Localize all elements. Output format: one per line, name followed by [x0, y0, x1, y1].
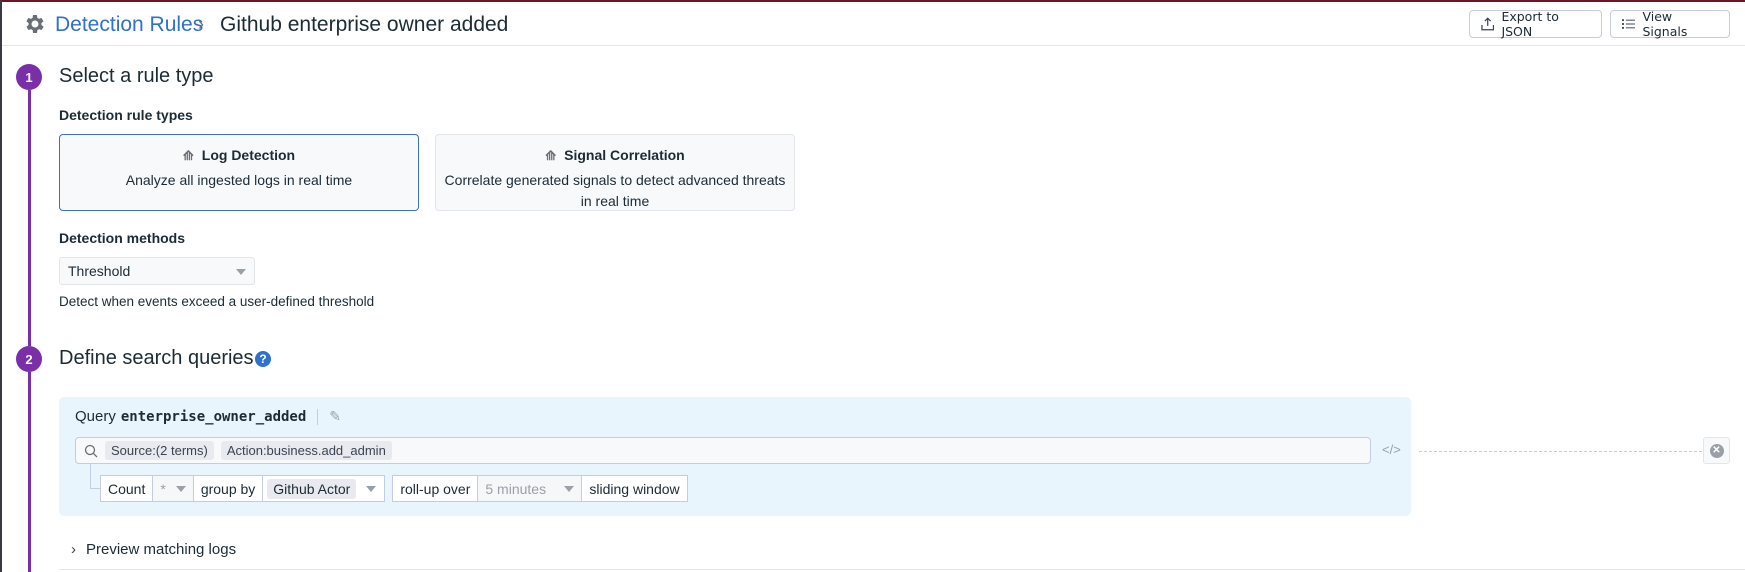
- step2-title: Define search queries: [59, 347, 254, 369]
- divider: [59, 569, 1745, 570]
- group-by-select[interactable]: Github Actor: [262, 475, 386, 502]
- search-icon: [84, 444, 98, 457]
- card-title: Log Detection: [201, 147, 296, 163]
- window-left-border: [0, 0, 2, 572]
- caret-down-icon: [564, 485, 575, 492]
- detection-method-select[interactable]: Threshold: [59, 257, 255, 285]
- export-label: Export to JSON: [1501, 9, 1559, 39]
- caret-down-icon: [175, 485, 186, 492]
- code-icon[interactable]: </>: [1382, 442, 1401, 457]
- detection-method-description: Detect when events exceed a user-defined…: [59, 294, 375, 309]
- gear-icon: [26, 15, 44, 33]
- search-term[interactable]: Action:business.add_admin: [220, 441, 392, 460]
- group-by-value: Github Actor: [267, 478, 357, 499]
- page-header: Detection Rules › Github enterprise owne…: [2, 2, 1745, 46]
- aggregation-select[interactable]: Count: [100, 475, 154, 502]
- window-select[interactable]: sliding window: [582, 475, 688, 502]
- preview-label: Preview matching logs: [86, 541, 237, 558]
- field-select[interactable]: *: [153, 475, 194, 502]
- caret-down-icon: [366, 485, 377, 492]
- rollup-select[interactable]: 5 minutes: [478, 475, 583, 502]
- view-signals-label: View Signals: [1642, 9, 1688, 39]
- card-title: Signal Correlation: [564, 147, 685, 163]
- card-description: Analyze all ingested logs in real time: [125, 172, 353, 188]
- card-description: Correlate generated signals to detect ad…: [444, 172, 786, 209]
- rollup-label: roll-up over: [392, 475, 479, 502]
- rule-type-card-signal-correlation[interactable]: ⟰ Signal Correlation Correlate generated …: [435, 134, 795, 211]
- query-name: enterprise_owner_added: [120, 408, 307, 425]
- step-connector: [28, 90, 31, 346]
- query-prefix: Query: [75, 408, 116, 425]
- step1-title: Select a rule type: [59, 65, 214, 87]
- breadcrumb-detection-rules[interactable]: Detection Rules: [55, 13, 203, 37]
- preview-matching-logs-toggle[interactable]: › Preview matching logs: [71, 541, 236, 558]
- query-header: Query enterprise_owner_added ✎: [75, 408, 341, 425]
- list-icon: [1622, 19, 1636, 29]
- shield-icon: ⟰: [545, 148, 557, 163]
- tree-connector: [90, 464, 100, 489]
- view-signals-button[interactable]: View Signals: [1610, 9, 1730, 39]
- search-term[interactable]: Source:(2 terms): [105, 441, 214, 460]
- rule-type-card-log-detection[interactable]: ⟰ Log Detection Analyze all ingested logs…: [59, 134, 419, 211]
- help-icon[interactable]: ?: [255, 351, 271, 367]
- caret-down-icon: [236, 269, 246, 275]
- rollup-value: 5 minutes: [485, 480, 547, 497]
- group-by-label: group by: [193, 475, 263, 502]
- step-connector: [28, 372, 31, 572]
- query-search-input[interactable]: Source:(2 terms) Action:business.add_adm…: [75, 437, 1371, 464]
- shield-icon: ⟰: [182, 148, 194, 163]
- edit-icon[interactable]: ✎: [329, 408, 341, 425]
- chevron-right-icon: ›: [71, 541, 76, 558]
- breadcrumb-separator: ›: [198, 14, 204, 34]
- query-aggregation-row: Count * group by Github Actor roll-up ov…: [100, 475, 688, 502]
- step-badge-2: 2: [16, 346, 42, 372]
- page-title: Github enterprise owner added: [220, 13, 509, 36]
- detection-method-value: Threshold: [68, 263, 131, 279]
- step-badge-1: 1: [16, 64, 42, 90]
- connector-line: [1419, 451, 1702, 452]
- export-icon: [1481, 17, 1495, 31]
- remove-query-button[interactable]: ✕: [1703, 437, 1730, 464]
- export-json-button[interactable]: Export to JSON: [1469, 9, 1602, 39]
- field-value: *: [160, 480, 166, 497]
- detection-methods-label: Detection methods: [59, 230, 186, 246]
- close-circle-icon: ✕: [1709, 443, 1724, 458]
- rule-types-label: Detection rule types: [59, 107, 193, 123]
